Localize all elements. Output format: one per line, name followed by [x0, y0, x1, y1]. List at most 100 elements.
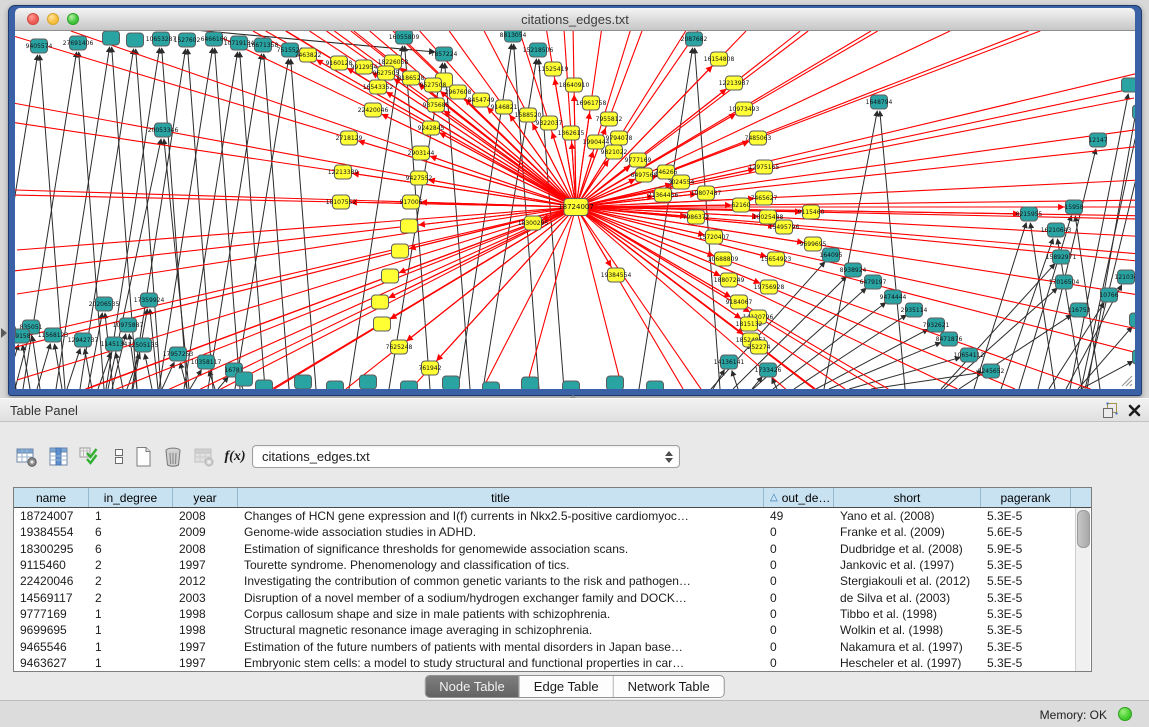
graph-node[interactable]: 8215955 [1016, 207, 1043, 221]
table-settings-icon[interactable] [14, 444, 40, 470]
graph-node[interactable]: 2087682 [681, 32, 708, 46]
graph-node[interactable]: 19384554 [601, 268, 632, 282]
graph-node[interactable]: 12147 [1088, 133, 1107, 147]
graph-node[interactable] [647, 381, 664, 389]
graph-node[interactable]: 16961758 [576, 96, 607, 110]
sidebar-collapse-handle[interactable] [1, 328, 7, 338]
graph-node[interactable]: 15958 [1064, 200, 1083, 214]
graph-node[interactable]: 1527602 [174, 33, 201, 47]
graph-node[interactable] [563, 381, 580, 389]
delete-table-icon[interactable] [160, 444, 186, 470]
function-builder-icon[interactable]: f(x) [222, 444, 248, 470]
graph-node[interactable] [360, 375, 377, 389]
float-panel-icon[interactable] [1102, 402, 1118, 418]
graph-node[interactable] [607, 376, 624, 389]
network-window-titlebar[interactable]: citations_edges.txt [15, 8, 1135, 31]
graph-node[interactable] [1133, 105, 1136, 119]
graph-node[interactable]: 9427552 [406, 171, 433, 185]
column-header-name[interactable]: name [14, 488, 89, 507]
graph-node[interactable]: 2903144 [408, 146, 435, 160]
graph-node[interactable]: 9794078 [606, 131, 633, 145]
resize-grip-icon[interactable] [1117, 371, 1133, 387]
graph-node[interactable] [1122, 78, 1136, 92]
graph-node[interactable]: 2718129 [336, 131, 363, 145]
table-row[interactable]: 911546021997Tourette syndrome. Phenomeno… [14, 557, 1091, 573]
graph-node[interactable] [1133, 350, 1136, 364]
column-header-in_degree[interactable]: in_degree [89, 488, 173, 507]
close-panel-icon[interactable] [1128, 404, 1141, 417]
graph-node[interactable]: 18107552 [326, 195, 357, 209]
graph-node[interactable] [15, 325, 16, 339]
memory-status-indicator[interactable] [1118, 707, 1132, 721]
graph-node[interactable] [401, 381, 418, 389]
graph-node[interactable]: 27691406 [63, 36, 94, 50]
graph-node[interactable]: 121034 [1115, 270, 1135, 284]
graph-node[interactable] [127, 33, 144, 47]
table-selector-dropdown[interactable]: citations_edges.txt [252, 445, 680, 468]
graph-node[interactable]: 7986372 [683, 210, 710, 224]
graph-node[interactable]: 761942 [419, 361, 442, 375]
graph-node[interactable]: 11525419 [538, 62, 569, 76]
table-row[interactable]: 946554611997Estimation of the future num… [14, 638, 1091, 654]
graph-node[interactable]: 9375685 [423, 98, 450, 112]
graph-node[interactable]: 10358117 [191, 355, 222, 369]
graph-node[interactable]: 10975887 [113, 318, 144, 332]
graph-node[interactable] [483, 382, 500, 389]
graph-node[interactable] [103, 31, 120, 45]
column-header-out_degree[interactable]: △out_de… [764, 488, 834, 507]
graph-node[interactable]: 20206535 [89, 297, 120, 311]
show-columns-icon[interactable] [46, 444, 72, 470]
new-table-icon[interactable] [131, 444, 157, 470]
graph-node[interactable]: 7465627 [751, 191, 778, 205]
scrollbar-thumb[interactable] [1077, 510, 1090, 548]
graph-node[interactable]: 12942737 [68, 333, 99, 347]
graph-node[interactable]: 7625248 [386, 340, 413, 354]
table-row[interactable]: 946362711997Embryonic stem cells: a mode… [14, 655, 1091, 671]
column-header-short[interactable]: short [834, 488, 981, 507]
graph-node[interactable] [327, 381, 344, 389]
graph-node[interactable] [1130, 313, 1136, 327]
graph-node[interactable]: 116753 [1068, 303, 1091, 317]
graph-node[interactable]: 10973493 [729, 102, 760, 116]
network-canvas[interactable]: 9405574276914061065328715276026466160107… [15, 31, 1135, 389]
table-row[interactable]: 1830029562008Estimation of significance … [14, 541, 1091, 557]
graph-node[interactable] [392, 244, 409, 258]
table-row[interactable]: 1938455462009Genome-wide association stu… [14, 524, 1091, 540]
column-header-title[interactable]: title [238, 488, 764, 507]
graph-node[interactable]: 164095 [820, 248, 843, 262]
table-row[interactable]: 1456911722003Disruption of a novel membe… [14, 589, 1091, 605]
graph-node[interactable]: 1648794 [866, 95, 893, 109]
graph-node[interactable]: 12213389 [328, 165, 359, 179]
table-row[interactable]: 1872400712008Changes of HCN gene express… [14, 508, 1091, 524]
graph-node[interactable]: 9699695 [800, 237, 827, 251]
table-row[interactable]: 2242004622012Investigating the contribut… [14, 573, 1091, 589]
graph-node[interactable]: 16210643 [1041, 223, 1072, 237]
graph-node[interactable] [401, 219, 418, 233]
graph-node[interactable]: 10653287 [146, 32, 177, 46]
graph-node[interactable]: 16543352 [363, 80, 394, 94]
graph-node[interactable]: 10766 [1099, 288, 1118, 302]
graph-node[interactable] [522, 377, 539, 389]
graph-node[interactable]: 12213987 [719, 76, 750, 90]
table-row[interactable]: 969969511998Structural magnetic resonanc… [14, 622, 1091, 638]
graph-node[interactable]: 16055809 [389, 31, 420, 44]
graph-node[interactable]: 9146821 [491, 100, 518, 114]
graph-node[interactable]: 15720407 [699, 230, 730, 244]
tab-node-table[interactable]: Node Table [425, 676, 520, 697]
graph-node[interactable] [372, 295, 389, 309]
graph-node[interactable]: 1145134 [101, 337, 128, 351]
graph-node[interactable]: 15654923 [761, 252, 792, 266]
graph-node[interactable] [236, 372, 253, 386]
graph-node[interactable]: 21364456 [648, 188, 679, 202]
graph-node[interactable]: 7857224 [431, 47, 458, 61]
graph-node[interactable]: 917006 [400, 195, 423, 209]
graph-node[interactable]: 2935114 [901, 303, 928, 317]
graph-node[interactable]: 18640910 [559, 78, 590, 92]
graph-node[interactable]: 39158 [15, 329, 31, 343]
graph-node[interactable] [443, 376, 460, 389]
table-vertical-scrollbar[interactable] [1075, 508, 1090, 671]
network-graph[interactable]: 9405574276914061065328715276026466160107… [15, 31, 1135, 389]
table-row[interactable]: 977716911998Corpus callosum shape and si… [14, 606, 1091, 622]
tab-edge-table[interactable]: Edge Table [520, 676, 614, 697]
tab-network-table[interactable]: Network Table [614, 676, 724, 697]
